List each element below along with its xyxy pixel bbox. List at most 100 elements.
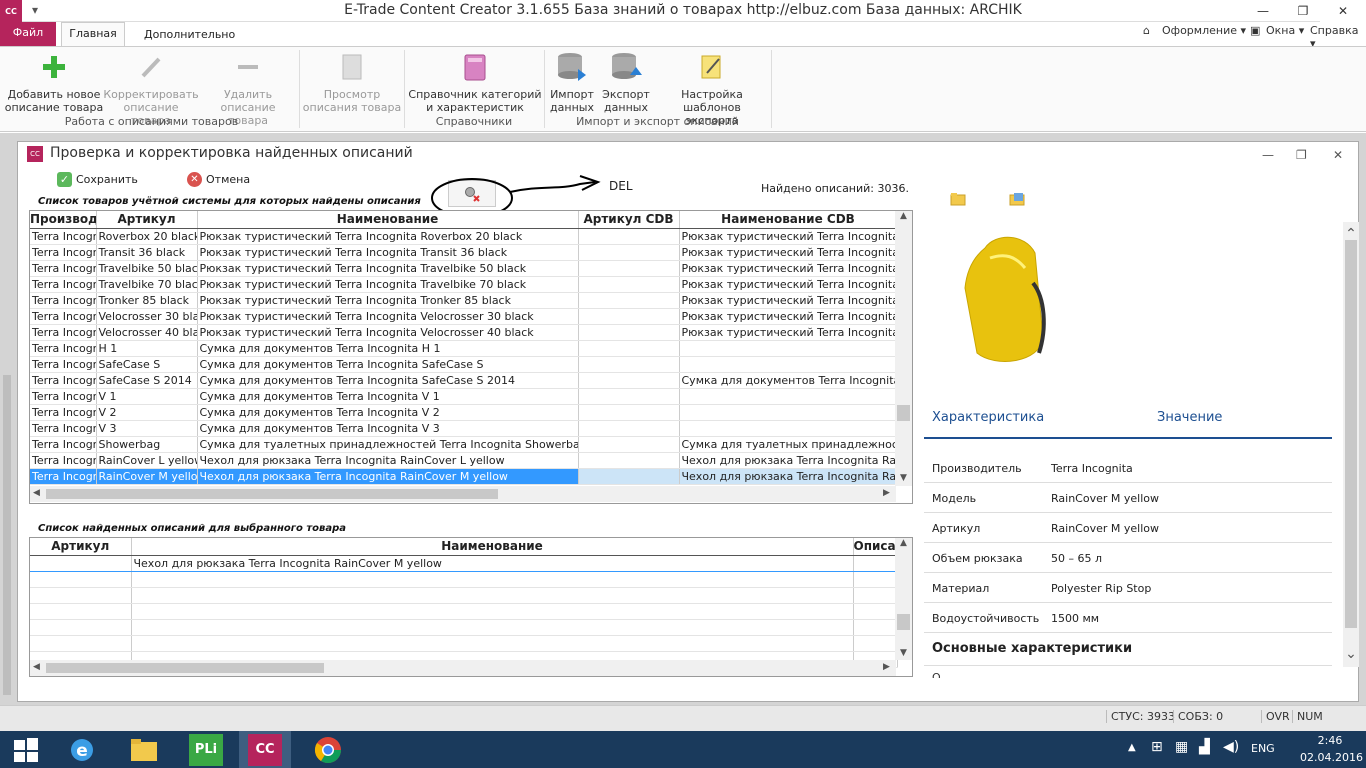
table-cell[interactable]: Рюкзак туристический Terra Incognita Tra… xyxy=(679,276,898,293)
table-cell[interactable]: Terra Incognita xyxy=(30,308,97,325)
table-cell[interactable]: Сумка для туалетных принадлежностей Terr… xyxy=(197,436,579,453)
table-cell[interactable]: Travelbike 50 black xyxy=(96,260,198,277)
dialog-minimize-icon[interactable]: — xyxy=(1262,148,1274,162)
table-cell[interactable]: Terra Incognita xyxy=(30,324,97,341)
products-hscroll[interactable]: ◀ ▶ xyxy=(30,486,896,502)
tab-main[interactable]: Главная xyxy=(61,22,125,46)
table-cell[interactable] xyxy=(578,356,680,373)
table-cell[interactable]: Terra Incognita xyxy=(30,260,97,277)
clock-time[interactable]: 2:46 xyxy=(1300,734,1360,747)
table-row[interactable]: Terra IncognitaSafeCase S 2014Сумка для … xyxy=(30,372,898,389)
tab-file[interactable]: Файл xyxy=(0,22,56,46)
table-cell[interactable]: Рюкзак туристический Terra Incognita Vel… xyxy=(679,324,898,341)
table-cell[interactable]: Рюкзак туристический Terra Incognita Tro… xyxy=(679,292,898,309)
language-indicator[interactable]: ENG xyxy=(1251,742,1275,755)
quick-access-dropdown-icon[interactable]: ▾ xyxy=(32,3,38,17)
table-cell[interactable]: Travelbike 70 black xyxy=(96,276,198,293)
table-cell[interactable]: Terra Incognita xyxy=(30,452,97,469)
table-cell[interactable] xyxy=(578,388,680,405)
table-cell[interactable] xyxy=(578,308,680,325)
descriptions-column-header[interactable]: Наименование xyxy=(131,538,854,556)
table-cell[interactable]: SafeCase S 2014 xyxy=(96,372,198,389)
table-cell[interactable]: Сумка для документов Terra Incognita V 1 xyxy=(197,388,579,405)
table-cell[interactable]: Чехол для рюкзака Terra Incognita RainCo… xyxy=(131,555,854,572)
table-row[interactable]: Terra IncognitaTravelbike 70 black Рюкзак… xyxy=(30,276,898,293)
dialog-close-icon[interactable]: ✕ xyxy=(1333,148,1343,162)
table-cell[interactable]: Сумка для документов Terra Incognita Saf… xyxy=(679,372,898,389)
categories-reference-button[interactable]: Справочник категорий и характеристик xyxy=(408,50,542,114)
table-cell[interactable]: RainCover M yellow xyxy=(96,468,198,485)
table-cell[interactable]: Чехол для рюкзака Terra Incognita RainCo… xyxy=(679,468,898,485)
table-cell[interactable] xyxy=(578,404,680,421)
table-cell[interactable]: V 2 xyxy=(96,404,198,421)
table-cell[interactable]: Terra Incognita xyxy=(30,388,97,405)
scroll-down-icon[interactable]: ▼ xyxy=(895,648,912,658)
table-cell[interactable]: Сумка для документов Terra Incognita V 3 xyxy=(197,420,579,437)
products-column-header[interactable]: Наименование CDB xyxy=(679,211,898,229)
table-cell[interactable]: Terra Incognita xyxy=(30,420,97,437)
table-row[interactable]: Terra IncognitaTronker 85 blackРюкзак ту… xyxy=(30,292,898,309)
table-row[interactable]: Terra IncognitaV 1Сумка для документов T… xyxy=(30,388,898,405)
table-cell[interactable]: Рюкзак туристический Terra Incognita Rov… xyxy=(197,228,579,245)
scroll-down-icon[interactable]: ▼ xyxy=(895,473,912,483)
table-cell[interactable]: V 3 xyxy=(96,420,198,437)
table-cell[interactable]: SafeCase S xyxy=(96,356,198,373)
table-cell[interactable]: Рюкзак туристический Terra Incognita Tro… xyxy=(197,292,579,309)
internet-explorer-icon[interactable]: e xyxy=(56,731,108,768)
table-row[interactable]: Terra IncognitaRoverbox 20 blackРюкзак т… xyxy=(30,228,898,245)
table-cell[interactable]: Roverbox 20 black xyxy=(96,228,198,245)
table-cell[interactable] xyxy=(578,420,680,437)
table-row[interactable]: Terra IncognitaShowerbagСумка для туалет… xyxy=(30,436,898,453)
tray-expand-icon[interactable]: ▲ xyxy=(1128,742,1136,753)
table-cell[interactable]: H 1 xyxy=(96,340,198,357)
table-cell[interactable] xyxy=(578,324,680,341)
table-cell[interactable] xyxy=(578,372,680,389)
table-cell[interactable]: Terra Incognita xyxy=(30,228,97,245)
table-cell[interactable] xyxy=(679,420,898,437)
descriptions-hscroll[interactable]: ◀ ▶ xyxy=(30,660,896,676)
table-cell[interactable] xyxy=(578,292,680,309)
table-cell[interactable]: Чехол для рюкзака Terra Incognita RainCo… xyxy=(197,452,579,469)
table-cell[interactable]: Terra Incognita xyxy=(30,244,97,261)
menu-appearance[interactable]: Оформление ▾ xyxy=(1162,24,1246,37)
cancel-button[interactable]: ✕ Отмена xyxy=(187,172,250,187)
scroll-left-icon[interactable]: ◀ xyxy=(33,488,40,498)
copy-folder-icon[interactable] xyxy=(1009,192,1025,209)
table-cell[interactable]: Transit 36 black xyxy=(96,244,198,261)
products-column-header[interactable]: Производитель xyxy=(30,211,97,229)
view-description-button[interactable]: Просмотр описания товара xyxy=(302,50,402,114)
hscroll-thumb[interactable] xyxy=(46,663,324,673)
descriptions-column-header[interactable]: Описание xyxy=(853,538,898,556)
table-cell[interactable] xyxy=(679,340,898,357)
table-cell[interactable]: Terra Incognita xyxy=(30,468,97,485)
side-splitter[interactable] xyxy=(3,375,11,695)
products-column-header[interactable]: Артикул CDB xyxy=(578,211,680,229)
table-cell[interactable]: Terra Incognita xyxy=(30,276,97,293)
table-cell[interactable]: Сумка для документов Terra Incognita Saf… xyxy=(197,356,579,373)
windows-start-icon[interactable] xyxy=(0,731,52,768)
table-cell[interactable]: Terra Incognita xyxy=(30,436,97,453)
signal-icon[interactable]: ▟ xyxy=(1199,739,1210,755)
table-row[interactable]: Terra IncognitaV 3Сумка для документов T… xyxy=(30,420,898,437)
table-cell[interactable] xyxy=(578,260,680,277)
table-cell[interactable]: Terra Incognita xyxy=(30,356,97,373)
table-row[interactable]: Terra IncognitaVelocrosser 30 blackРюкза… xyxy=(30,308,898,325)
table-cell[interactable]: Рюкзак туристический Terra Incognita Rov… xyxy=(679,228,898,245)
save-button[interactable]: ✓ Сохранить xyxy=(57,172,138,187)
scroll-thumb[interactable] xyxy=(897,614,910,630)
table-cell[interactable]: Terra Incognita xyxy=(30,292,97,309)
import-data-button[interactable]: Импорт данных xyxy=(546,50,598,114)
table-row[interactable]: Terra IncognitaTransit 36 blackРюкзак ту… xyxy=(30,244,898,261)
table-row[interactable]: Terra IncognitaRainCover L yellowЧехол д… xyxy=(30,452,898,469)
hscroll-thumb[interactable] xyxy=(46,489,498,499)
table-cell[interactable]: Showerbag xyxy=(96,436,198,453)
table-cell[interactable]: Сумка для документов Terra Incognita Saf… xyxy=(197,372,579,389)
table-cell[interactable]: Чехол для рюкзака Terra Incognita RainCo… xyxy=(679,452,898,469)
table-cell[interactable] xyxy=(578,276,680,293)
table-cell[interactable] xyxy=(578,228,680,245)
table-cell[interactable] xyxy=(578,468,680,485)
scroll-down-icon[interactable]: ⌄ xyxy=(1343,646,1359,662)
table-cell[interactable]: Рюкзак туристический Terra Incognita Vel… xyxy=(197,308,579,325)
table-cell[interactable]: Рюкзак туристический Terra Incognita Tra… xyxy=(197,244,579,261)
menu-windows[interactable]: Окна ▾ xyxy=(1266,24,1304,37)
